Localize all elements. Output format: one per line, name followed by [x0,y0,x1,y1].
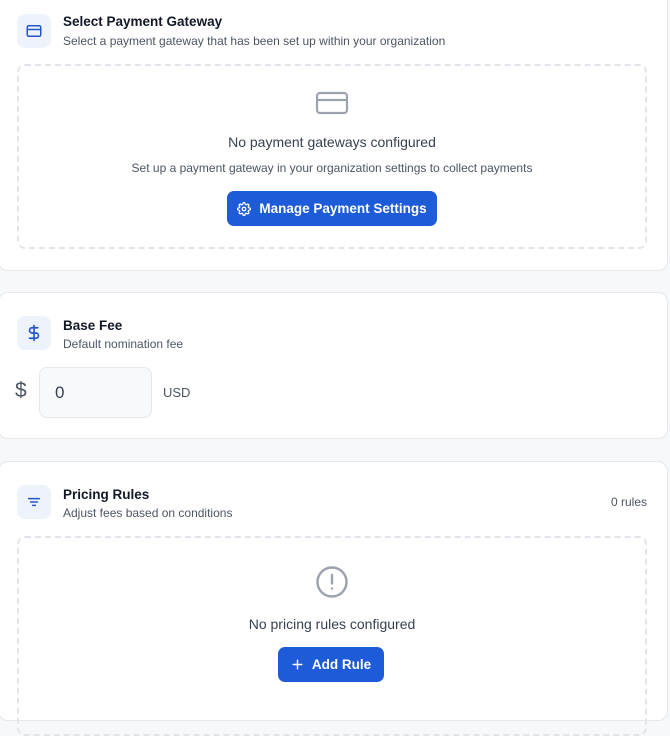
base-fee-input[interactable] [39,367,152,418]
base-fee-subtitle: Default nomination fee [63,337,184,351]
gateway-empty-subtitle: Set up a payment gateway in your organiz… [131,161,533,175]
gear-icon [237,201,252,216]
gateway-subtitle: Select a payment gateway that has been s… [63,34,446,48]
plus-icon [291,658,304,671]
dollar-icon [17,316,51,350]
pricing-rules-empty-title: No pricing rules configured [248,616,416,632]
gateway-empty-title: No payment gateways configured [228,134,436,150]
pricing-rules-subtitle: Adjust fees based on conditions [63,506,233,520]
rules-count-badge: 0 rules [610,495,647,509]
filter-icon [17,485,51,519]
pricing-rules-title: Pricing Rules [63,487,150,502]
credit-card-empty-icon [315,89,349,122]
manage-payment-settings-label: Manage Payment Settings [259,201,427,216]
currency-symbol: $ [15,379,27,402]
alert-circle-icon [315,565,349,604]
add-rule-label: Add Rule [311,657,372,672]
credit-card-icon [17,14,51,48]
base-fee-card: Base Fee Default nomination fee $ USD [0,292,668,439]
currency-label: USD [163,385,191,400]
gateway-title: Select Payment Gateway [63,14,223,29]
manage-payment-settings-button[interactable]: Manage Payment Settings [227,191,437,226]
payment-gateway-card: Select Payment Gateway Select a payment … [0,0,668,271]
pricing-rules-card: Pricing Rules Adjust fees based on condi… [0,461,668,736]
pricing-rules-empty-state: No pricing rules configured Add Rule [17,536,647,736]
gateway-empty-state: No payment gateways configured Set up a … [17,64,647,249]
base-fee-title: Base Fee [63,318,123,333]
add-rule-button[interactable]: Add Rule [278,647,384,682]
